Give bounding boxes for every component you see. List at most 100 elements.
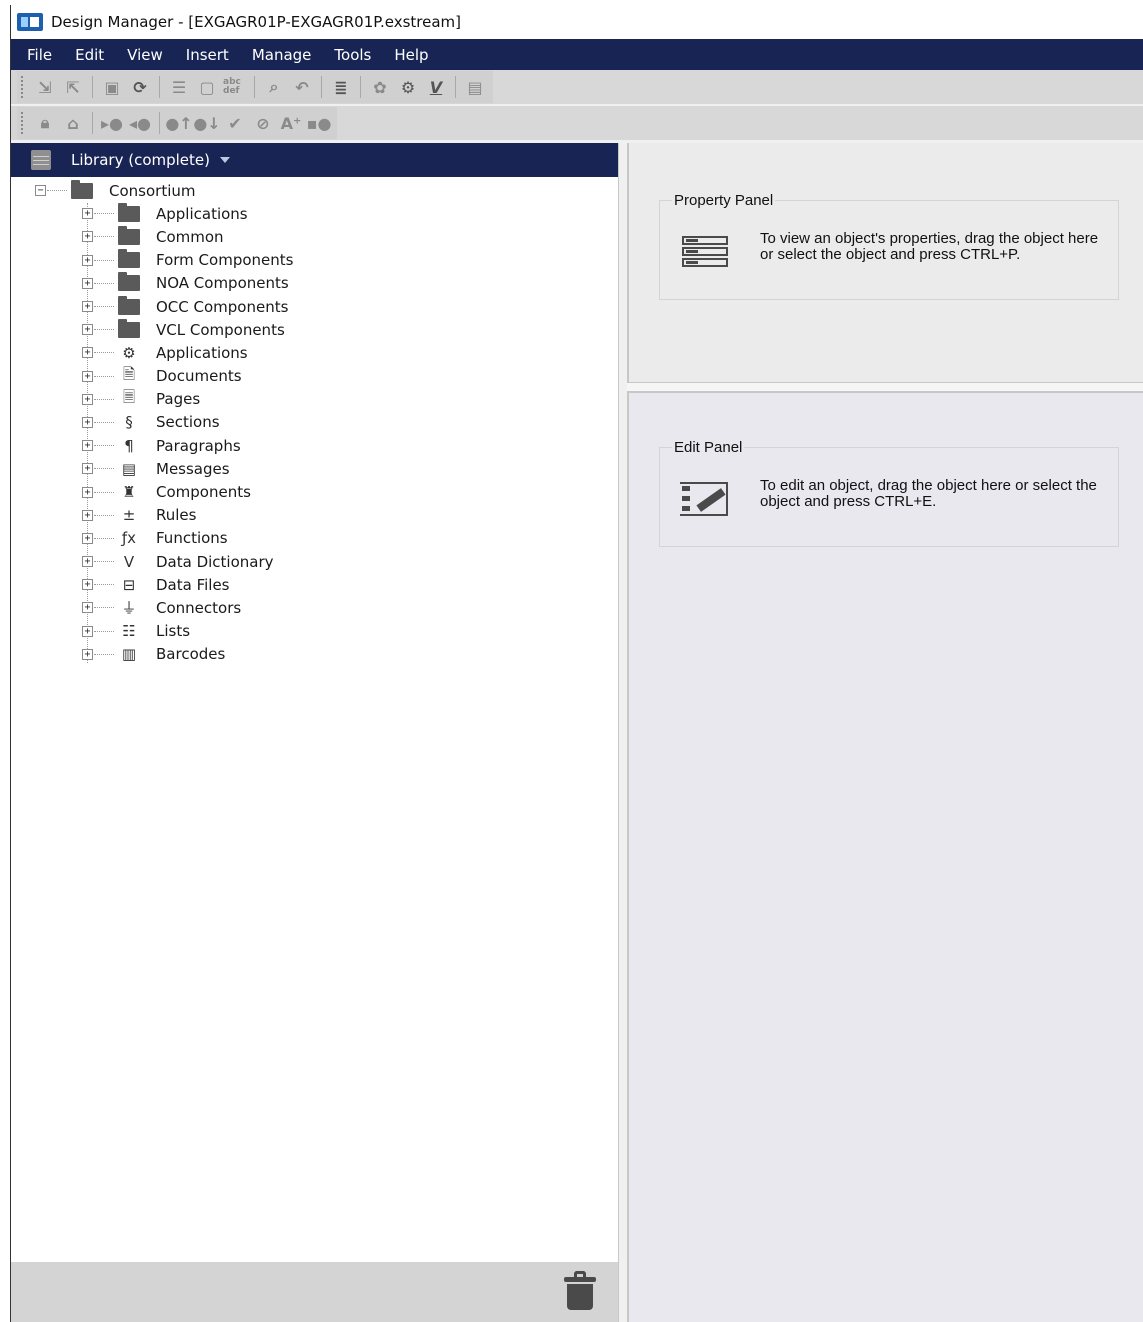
tree-node-label[interactable]: Rules xyxy=(156,506,196,524)
spell-check-icon[interactable]: abc def xyxy=(223,75,247,99)
export-icon[interactable]: ⇱ xyxy=(61,75,85,99)
expand-icon[interactable]: + xyxy=(82,625,93,637)
tree-node[interactable]: + ⊟ Data Files xyxy=(11,573,618,596)
layers-icon[interactable]: ≣ xyxy=(329,75,353,99)
tree-node-label[interactable]: OCC Components xyxy=(156,298,288,316)
settings-icon[interactable]: ✿ xyxy=(368,75,392,99)
check-in-icon[interactable]: ▸● xyxy=(100,111,124,135)
list-icon[interactable]: ☰ xyxy=(167,75,191,99)
tree-node[interactable]: + NOA Components xyxy=(11,272,618,295)
tree-node-label[interactable]: Paragraphs xyxy=(156,437,241,455)
expand-icon[interactable]: + xyxy=(82,393,93,405)
edit-panel[interactable]: Edit Panel To edit an object, drag the o… xyxy=(659,439,1119,547)
reject-icon[interactable]: ⊘ xyxy=(251,111,275,135)
expand-icon[interactable]: + xyxy=(82,579,93,591)
approve-icon[interactable]: ✔ xyxy=(223,111,247,135)
trash-icon[interactable] xyxy=(562,1271,598,1311)
tree-node-label[interactable]: Consortium xyxy=(109,182,195,200)
tree-node[interactable]: + 🗎 Documents xyxy=(11,365,618,388)
tree-node-label[interactable]: Data Files xyxy=(156,576,230,594)
expand-icon[interactable]: + xyxy=(82,208,93,220)
tree-node[interactable]: + ☷ Lists xyxy=(11,620,618,643)
tree-node-label[interactable]: Connectors xyxy=(156,599,241,617)
tree-node[interactable]: + ▤ Messages xyxy=(11,457,618,480)
server-icon[interactable]: ▤ xyxy=(463,75,487,99)
tree-node[interactable]: + OCC Components xyxy=(11,295,618,318)
menu-tools[interactable]: Tools xyxy=(334,46,371,64)
text-add-icon[interactable]: A⁺ xyxy=(279,111,303,135)
check-out-icon[interactable]: ◂● xyxy=(128,111,152,135)
library-label[interactable]: Library (complete) xyxy=(71,151,210,169)
tree-node-label[interactable]: Form Components xyxy=(156,251,293,269)
expand-icon[interactable]: + xyxy=(82,347,93,359)
tree-node[interactable]: + VCL Components xyxy=(11,318,618,341)
unlock-icon[interactable]: ⌂ xyxy=(61,111,85,135)
collapse-icon[interactable]: − xyxy=(35,185,46,197)
save-icon[interactable]: ▣ xyxy=(100,75,124,99)
property-panel-area[interactable]: Property Panel To view an object's prope… xyxy=(627,143,1143,383)
expand-icon[interactable]: + xyxy=(82,231,93,243)
user-group-icon[interactable]: ▪● xyxy=(307,111,332,135)
tree-node-label[interactable]: NOA Components xyxy=(156,274,289,292)
tree-node-label[interactable]: Sections xyxy=(156,413,220,431)
refresh-icon[interactable]: ⟳ xyxy=(128,75,152,99)
expand-icon[interactable]: + xyxy=(82,532,93,544)
tree-node[interactable]: + § Sections xyxy=(11,411,618,434)
tree-node[interactable]: + Form Components xyxy=(11,249,618,272)
tree-node-label[interactable]: VCL Components xyxy=(156,321,285,339)
screen-icon[interactable]: ▢ xyxy=(195,75,219,99)
library-header[interactable]: Library (complete) xyxy=(11,143,618,177)
expand-icon[interactable]: + xyxy=(82,486,93,498)
tree-node[interactable]: + ⏚ Connectors xyxy=(11,596,618,619)
variable-icon[interactable]: V xyxy=(424,75,448,99)
menu-view[interactable]: View xyxy=(127,46,163,64)
menu-insert[interactable]: Insert xyxy=(186,46,229,64)
expand-icon[interactable]: + xyxy=(82,254,93,266)
expand-icon[interactable]: + xyxy=(82,556,93,568)
expand-icon[interactable]: + xyxy=(82,277,93,289)
menu-manage[interactable]: Manage xyxy=(252,46,312,64)
expand-icon[interactable]: + xyxy=(82,602,93,614)
toolbar-grip[interactable] xyxy=(21,112,25,134)
tree-node-label[interactable]: Common xyxy=(156,228,224,246)
tree-node-label[interactable]: Components xyxy=(156,483,251,501)
panel-splitter[interactable] xyxy=(627,383,1143,391)
tree-node[interactable]: + ♜ Components xyxy=(11,480,618,503)
lock-icon[interactable]: 🔒︎ xyxy=(33,111,57,135)
tree-node[interactable]: + ¶ Paragraphs xyxy=(11,434,618,457)
expand-icon[interactable]: + xyxy=(82,370,93,382)
expand-icon[interactable]: + xyxy=(82,416,93,428)
tree-node-label[interactable]: Data Dictionary xyxy=(156,553,274,571)
gear-icon[interactable]: ⚙ xyxy=(396,75,420,99)
tree-node[interactable]: + ± Rules xyxy=(11,504,618,527)
chevron-down-icon[interactable] xyxy=(219,157,230,163)
tree-node-label[interactable]: Applications xyxy=(156,344,248,362)
expand-icon[interactable]: + xyxy=(82,301,93,313)
tree-node[interactable]: + V Data Dictionary xyxy=(11,550,618,573)
expand-icon[interactable]: + xyxy=(82,440,93,452)
property-panel[interactable]: Property Panel To view an object's prope… xyxy=(659,192,1119,300)
import-icon[interactable]: ⇲ xyxy=(33,75,57,99)
tree-node-label[interactable]: Pages xyxy=(156,390,200,408)
tree-node[interactable]: + Common xyxy=(11,225,618,248)
expand-icon[interactable]: + xyxy=(82,509,93,521)
tree-node-label[interactable]: Barcodes xyxy=(156,645,225,663)
tree-node-label[interactable]: Messages xyxy=(156,460,230,478)
demote-icon[interactable]: ●↓ xyxy=(193,111,220,135)
find-icon[interactable]: ⌕ xyxy=(262,75,286,99)
promote-icon[interactable]: ●↑ xyxy=(165,111,192,135)
menu-file[interactable]: File xyxy=(27,46,52,64)
toolbar-grip[interactable] xyxy=(21,76,25,98)
expand-icon[interactable]: + xyxy=(82,324,93,336)
tree-node[interactable]: + ▥ Barcodes xyxy=(11,643,618,666)
tree-node-label[interactable]: Lists xyxy=(156,622,190,640)
tree-node[interactable]: + Applications xyxy=(11,202,618,225)
menu-edit[interactable]: Edit xyxy=(75,46,104,64)
tree-node[interactable]: + ⚙ Applications xyxy=(11,341,618,364)
tree-node-label[interactable]: Documents xyxy=(156,367,242,385)
expand-icon[interactable]: + xyxy=(82,648,93,660)
expand-icon[interactable]: + xyxy=(82,463,93,475)
edit-panel-area[interactable]: Edit Panel To edit an object, drag the o… xyxy=(627,391,1143,1322)
menu-help[interactable]: Help xyxy=(394,46,428,64)
tree-node-label[interactable]: Functions xyxy=(156,529,228,547)
